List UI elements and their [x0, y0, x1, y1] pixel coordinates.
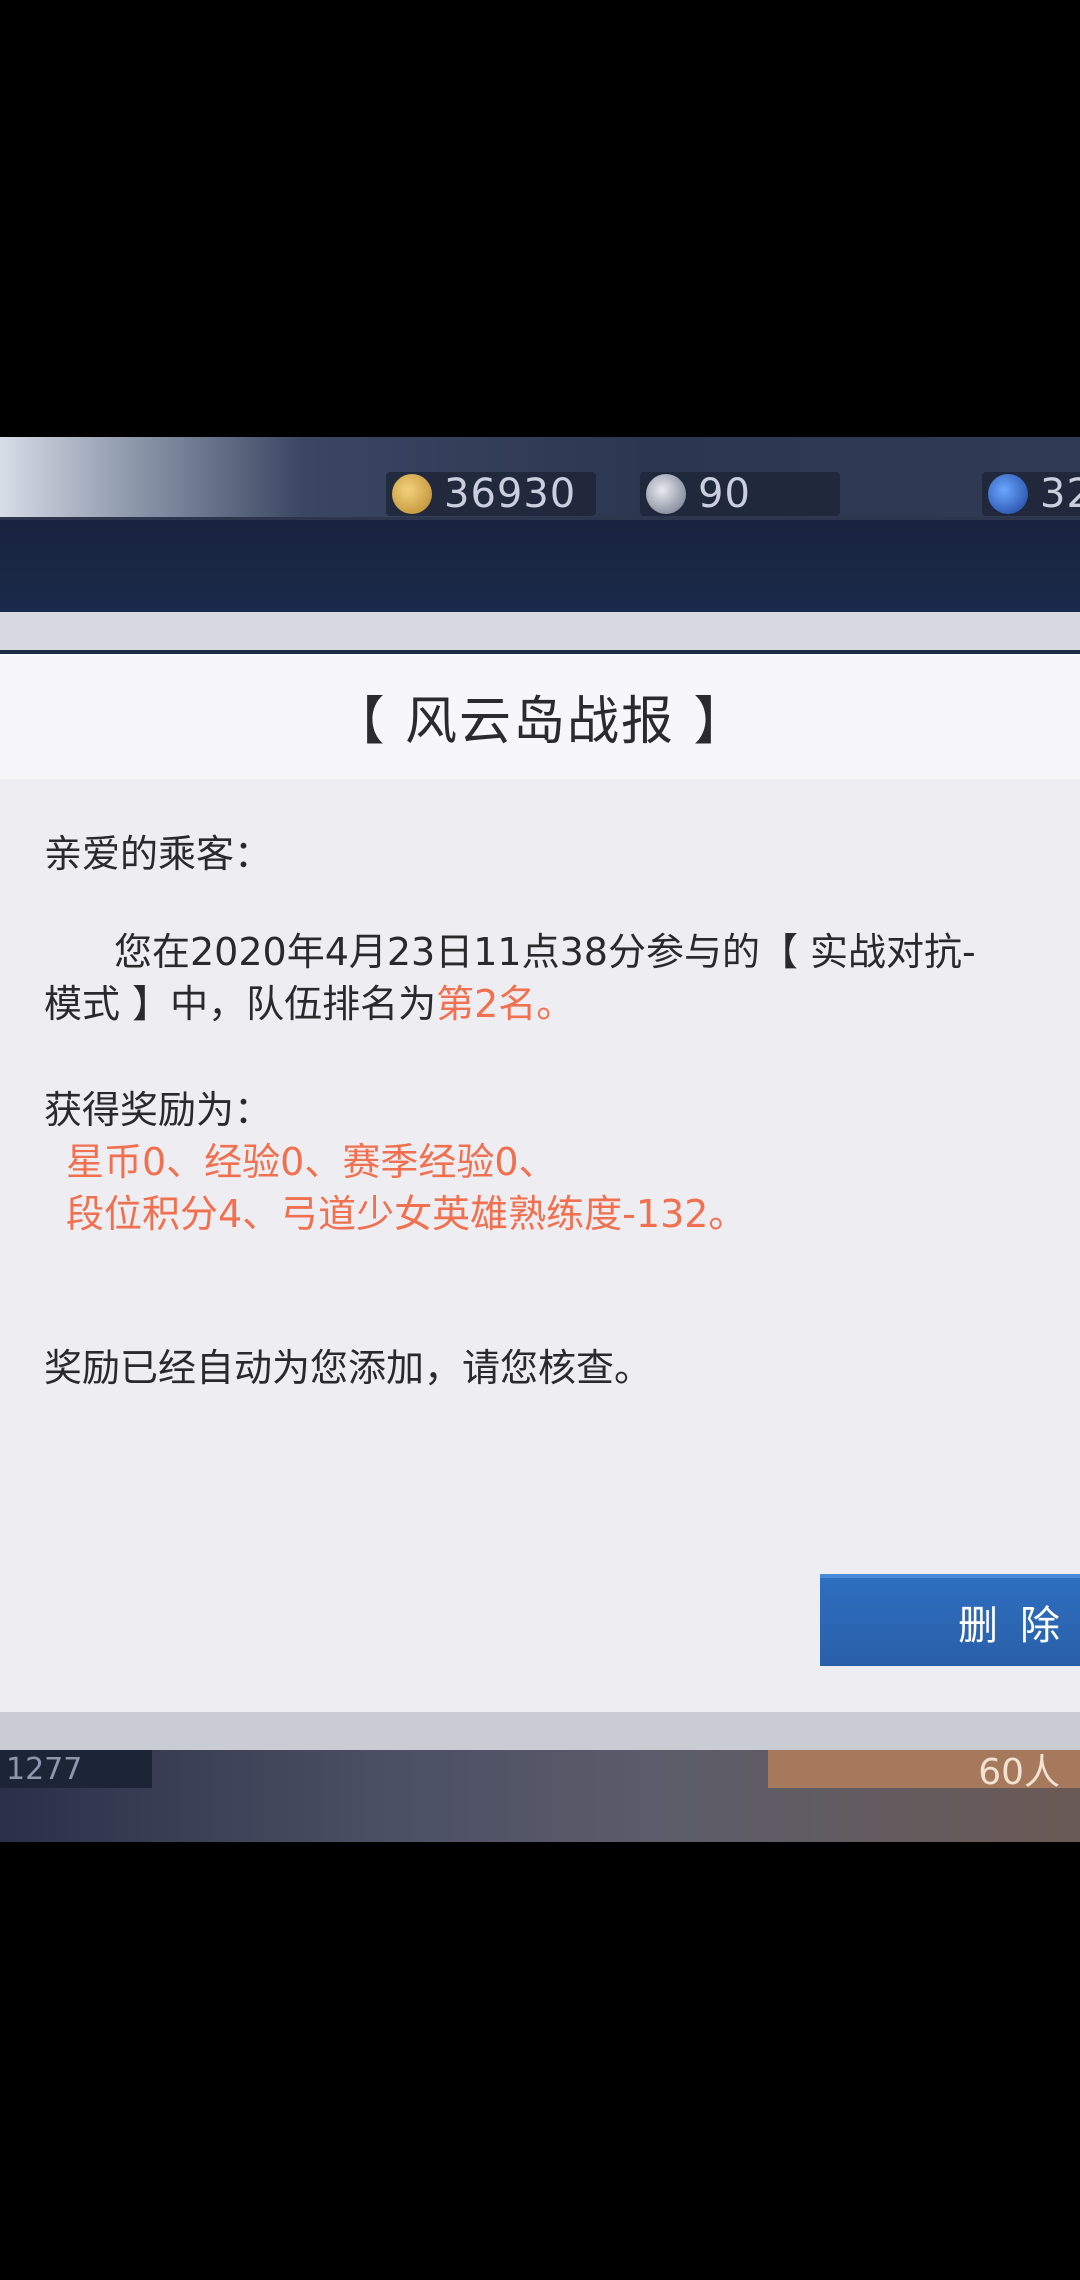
reward-line2: 段位积分4、弓道少女英雄熟练度-132。	[66, 1192, 747, 1236]
gold-value: 36930	[444, 471, 577, 517]
gold-resource: 36930	[386, 471, 596, 517]
bottom-left-panel: 1277	[0, 1750, 152, 1788]
game-background: 36930 90 32 【 风云岛战报 】 亲爱的乘客： 您在2020年4月23…	[0, 437, 1080, 1842]
gold-coin-icon	[392, 474, 432, 514]
feather-value: 90	[698, 471, 751, 517]
bottom-right-panel: 60人	[768, 1750, 1080, 1793]
mail-dialog: 【 风云岛战报 】 亲爱的乘客： 您在2020年4月23日11点38分参与的【 …	[0, 650, 1080, 1716]
feather-icon	[646, 474, 686, 514]
reward-line1: 星币0、经验0、赛季经验0、	[66, 1140, 557, 1184]
delete-button[interactable]: 删除	[820, 1574, 1080, 1666]
dialog-top-strip	[0, 612, 1080, 650]
dialog-bottom-strip	[0, 1712, 1080, 1750]
mail-title: 【 风云岛战报 】	[332, 692, 748, 752]
mail-body-line2: 模式 】中，队伍排名为第2名。	[44, 973, 574, 1028]
feather-resource: 90	[640, 471, 840, 517]
resource-bar: 36930 90 32	[0, 471, 1080, 522]
gem-resource: 32	[982, 471, 1080, 517]
mail-body-line1: 您在2020年4月23日11点38分参与的【 实战对抗-	[114, 930, 976, 974]
gem-value: 32	[1040, 471, 1080, 517]
mail-body-line2-text: 模式 】中，队伍排名为	[44, 982, 437, 1026]
reward-heading: 获得奖励为：	[44, 1088, 273, 1132]
mail-greeting: 亲爱的乘客：	[44, 832, 273, 876]
mail-footer: 奖励已经自动为您添加，请您核查。	[44, 1346, 653, 1390]
blue-gem-icon	[988, 474, 1028, 514]
dialog-header-bar	[0, 520, 1080, 612]
mail-rank: 第2名。	[436, 982, 575, 1026]
mail-title-band: 【 风云岛战报 】	[0, 654, 1080, 779]
